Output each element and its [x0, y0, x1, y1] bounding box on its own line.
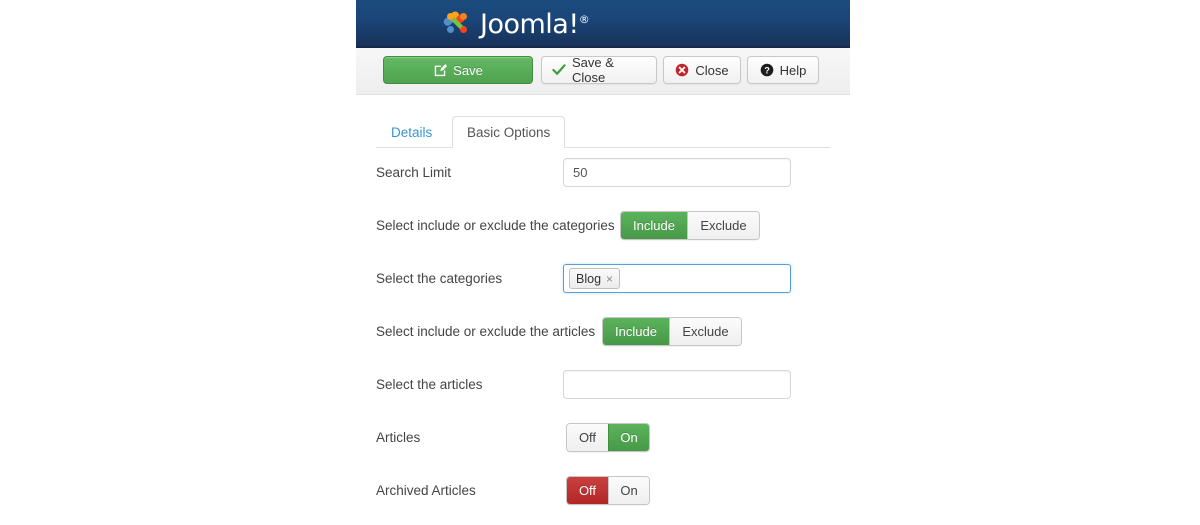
form-row-articles-toggle: Articles Off On — [356, 423, 850, 476]
chip-blog-label: Blog — [576, 271, 602, 286]
help-button[interactable]: ? Help — [747, 56, 819, 84]
categories-mode-include-option[interactable]: Include — [621, 212, 687, 239]
articles-select-label: Select the articles — [376, 377, 483, 392]
svg-text:?: ? — [764, 66, 770, 76]
admin-header: Joomla!® — [356, 0, 850, 48]
articles-mode-exclude-option[interactable]: Exclude — [669, 318, 741, 345]
save-button[interactable]: Save — [383, 56, 533, 84]
categories-label: Select the categories — [376, 271, 503, 286]
archived-articles-toggle-off-option[interactable]: Off — [567, 477, 608, 504]
chip-blog[interactable]: Blog × — [569, 268, 621, 289]
form-row-categories-mode: Select include or exclude the categories… — [356, 211, 850, 264]
tab-bar: Details Basic Options — [376, 115, 850, 148]
articles-toggle-on-option[interactable]: On — [608, 424, 649, 451]
red-circle-x-icon — [675, 63, 689, 77]
categories-chips-input[interactable]: Blog × — [563, 264, 791, 293]
basic-options-form: Search Limit Select include or exclude t… — [356, 158, 850, 525]
categories-mode-exclude-option[interactable]: Exclude — [687, 212, 759, 239]
categories-mode-toggle: Include Exclude — [620, 211, 760, 240]
check-icon — [552, 64, 566, 76]
tab-details-label: Details — [391, 125, 433, 140]
joomla-pinwheel-logo-icon — [441, 7, 473, 39]
search-limit-label: Search Limit — [376, 165, 452, 180]
categories-mode-label: Select include or exclude the categories — [376, 218, 615, 233]
form-row-archived-articles-toggle: Archived Articles Off On — [356, 476, 850, 525]
edit-square-icon — [433, 63, 448, 77]
form-row-articles-select: Select the articles — [356, 370, 850, 423]
close-button[interactable]: Close — [663, 56, 741, 84]
admin-toolbar: Save Save & Close Close ? Help — [356, 48, 850, 95]
articles-mode-include-option[interactable]: Include — [603, 318, 669, 345]
articles-toggle-off-option[interactable]: Off — [567, 424, 608, 451]
archived-articles-onoff-toggle: Off On — [566, 476, 650, 505]
search-limit-input[interactable] — [563, 158, 791, 187]
brand-name-text: Joomla! — [480, 9, 579, 40]
tab-basic-options-label: Basic Options — [467, 125, 551, 140]
trademark-symbol: ® — [578, 13, 590, 26]
articles-toggle-label: Articles — [376, 430, 421, 445]
articles-onoff-toggle: Off On — [566, 423, 650, 452]
joomla-brand: Joomla!® — [441, 4, 590, 41]
tab-details[interactable]: Details — [376, 116, 447, 148]
close-button-label: Close — [695, 62, 729, 78]
save-and-close-button-label: Save & Close — [572, 55, 614, 85]
screenshot-root: Joomla!® Save Save & Close Close ? Help … — [0, 0, 1200, 525]
articles-mode-label: Select include or exclude the articles — [376, 324, 596, 339]
content-area: Details Basic Options Search Limit Selec… — [356, 115, 850, 525]
form-row-articles-mode: Select include or exclude the articles I… — [356, 317, 850, 370]
form-row-categories: Select the categories Blog × — [356, 264, 850, 317]
chip-remove-icon[interactable]: × — [606, 273, 613, 285]
articles-select-input[interactable] — [563, 370, 791, 399]
articles-mode-toggle: Include Exclude — [602, 317, 742, 346]
archived-articles-toggle-on-option[interactable]: On — [608, 477, 649, 504]
form-row-search-limit: Search Limit — [356, 158, 850, 211]
archived-articles-toggle-label: Archived Articles — [376, 483, 476, 498]
help-button-label: Help — [779, 62, 807, 78]
brand-title: Joomla!® — [480, 4, 590, 41]
save-button-label: Save — [453, 62, 483, 78]
question-circle-icon: ? — [760, 63, 774, 77]
tab-basic-options[interactable]: Basic Options — [452, 116, 566, 148]
joomla-admin-pane: Joomla!® Save Save & Close Close ? Help … — [356, 0, 850, 525]
save-and-close-button[interactable]: Save & Close — [541, 55, 657, 85]
